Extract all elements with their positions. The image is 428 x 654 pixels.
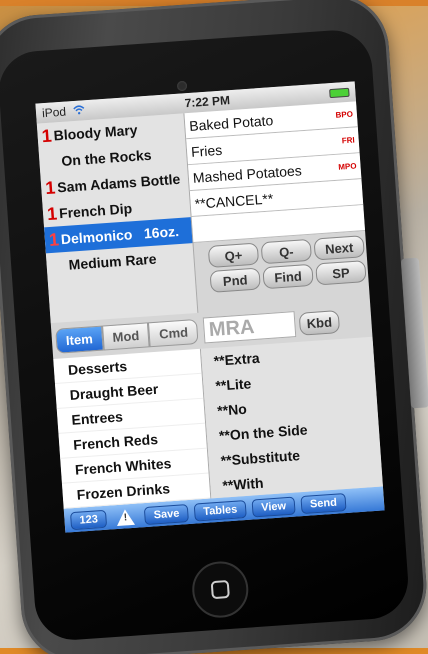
tables-button[interactable]: Tables — [193, 499, 247, 522]
carrier-label: iPod — [42, 103, 86, 120]
next-button[interactable]: Next — [313, 235, 365, 261]
keyboard-button[interactable]: Kbd — [298, 309, 340, 336]
battery-icon — [329, 87, 350, 98]
clock: 7:22 PM — [184, 93, 231, 111]
modifier-list: **Extra **Lite **No **On the Side **Subs… — [200, 336, 383, 499]
home-button[interactable] — [190, 559, 251, 620]
tab-item[interactable]: Item — [55, 325, 104, 354]
tab-mod[interactable]: Mod — [101, 321, 151, 351]
numpad-button[interactable]: 123 — [69, 509, 108, 531]
order-area: 1 Bloody Mary On the Rocks 1 Sam Adams B… — [36, 101, 370, 324]
warning-icon[interactable]: ! — [116, 508, 136, 526]
camera-icon — [176, 80, 188, 92]
keypad: Q+ Q- Next Pnd Find SP — [193, 231, 368, 294]
search-input[interactable]: MRA — [203, 311, 297, 344]
send-button[interactable]: Send — [300, 493, 347, 515]
qty-plus-button[interactable]: Q+ — [207, 242, 260, 268]
home-square-icon — [210, 579, 230, 600]
sp-button[interactable]: SP — [315, 260, 367, 286]
pend-button[interactable]: Pnd — [209, 267, 261, 293]
order-list: 1 Bloody Mary On the Rocks 1 Sam Adams B… — [36, 113, 199, 324]
screen: iPod 7:22 PM 1 Bloody Mary On the Rocks … — [35, 81, 385, 533]
find-button[interactable]: Find — [262, 263, 314, 290]
mode-segmented-control: Item Mod Cmd — [55, 318, 199, 354]
lists: Desserts Draught Beer Entrees French Red… — [53, 336, 383, 509]
save-button[interactable]: Save — [144, 504, 190, 526]
wifi-icon — [73, 105, 85, 115]
item-panel: Baked Potato BPO Fries FRI Mashed Potato… — [184, 101, 370, 313]
tab-cmd[interactable]: Cmd — [148, 318, 199, 347]
view-button[interactable]: View — [251, 496, 296, 518]
category-list: Desserts Draught Beer Entrees French Red… — [53, 348, 212, 509]
qty-minus-button[interactable]: Q- — [260, 238, 313, 265]
